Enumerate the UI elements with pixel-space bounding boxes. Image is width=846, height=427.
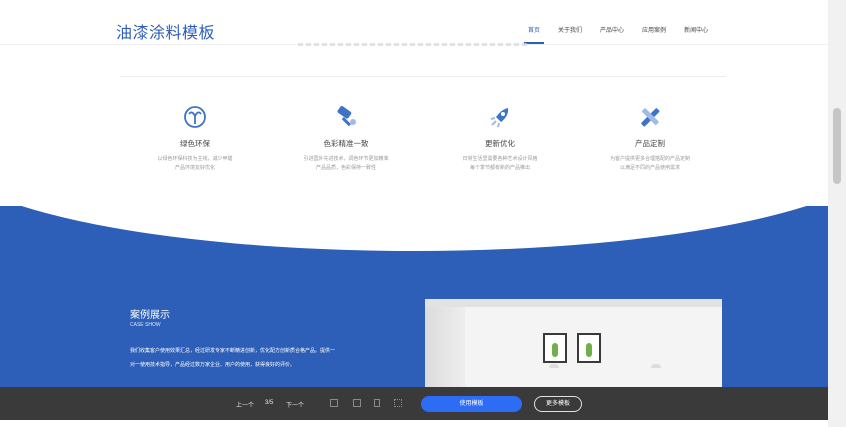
scrollbar-thumb[interactable] [833,108,841,184]
rocket-icon [487,104,513,130]
case-title: 案例展示 [130,310,170,321]
pencil-ruler-icon [637,104,663,130]
ceiling-lamp [549,364,559,368]
leaf-icon [182,104,208,130]
feature-title: 产品定制 [635,139,665,148]
feature-desc: 日常生活里需要各种艺术设计风格 每个季节都有新的产品推出 [462,156,538,171]
case-photo[interactable] [425,299,722,396]
more-templates-button[interactable]: 更多模板 [534,396,582,412]
mobile-icon[interactable] [374,399,380,407]
prev-button[interactable]: 上一个 [236,400,254,409]
case-section: 案例展示 CASE SHOW 我们收集客户使用效果汇总，经过研发专家不断精进创新… [0,206,828,396]
feature-title: 更新优化 [485,139,515,148]
site-logo[interactable]: 油漆涂料模板 [116,19,215,43]
curve-divider [0,206,828,251]
page-content: 油漆涂料模板 首页 关于我们 产品中心 应用案例 新闻中心 绿色环保 以绿色环保… [0,0,828,427]
feature-green: 绿色环保 以绿色环保科技为主线，减少甲醛 产品环境友好优化 [120,104,270,173]
tablet-icon[interactable] [353,399,361,407]
section-divider [120,76,726,77]
next-button[interactable]: 下一个 [286,400,304,409]
qrcode-icon[interactable] [394,399,402,407]
feature-title: 色彩精准一致 [323,139,369,148]
page-indicator: 3/5 [265,400,274,406]
picture-frame [577,333,601,363]
feature-update: 更新优化 日常生活里需要各种艺术设计风格 每个季节都有新的产品推出 [425,104,575,173]
faded-text-line [298,43,530,46]
feature-desc: 为客户提供更多合理搭配的产品定制 以满足不同的产品使用需求 [609,156,690,171]
site-header: 油漆涂料模板 首页 关于我们 产品中心 应用案例 新闻中心 [0,0,828,45]
vertical-scrollbar[interactable] [828,0,846,427]
feature-custom: 产品定制 为客户提供更多合理搭配的产品定制 以满足不同的产品使用需求 [575,104,725,173]
case-subtitle: CASE SHOW [130,322,161,328]
feature-desc: 引进国外先进技术，调色环节更加精准 产品品质，色彩保持一致性 [303,156,389,171]
nav-cases[interactable]: 应用案例 [642,25,666,34]
nav-about[interactable]: 关于我们 [558,25,582,34]
desktop-icon[interactable] [330,399,338,407]
nav-products[interactable]: 产品中心 [600,25,624,34]
template-toolbar: 上一个 3/5 下一个 使用模板 更多模板 [0,387,828,420]
use-template-button[interactable]: 使用模板 [421,396,522,412]
feature-desc: 以绿色环保科技为主线，减少甲醛 产品环境友好优化 [157,156,233,171]
main-nav: 首页 关于我们 产品中心 应用案例 新闻中心 [523,25,726,44]
feature-title: 绿色环保 [180,139,210,148]
feature-color: 色彩精准一致 引进国外先进技术，调色环节更加精准 产品品质，色彩保持一致性 [271,104,421,173]
ceiling-lamp [651,364,661,368]
nav-home[interactable]: 首页 [523,25,545,44]
case-description: 我们收集客户使用效果汇总，经过研发专家不断精进创新，优化配方创新质合格产品。提供… [130,348,336,368]
nav-news[interactable]: 新闻中心 [684,25,708,34]
paint-roller-icon [333,104,359,130]
picture-frame [543,333,567,363]
